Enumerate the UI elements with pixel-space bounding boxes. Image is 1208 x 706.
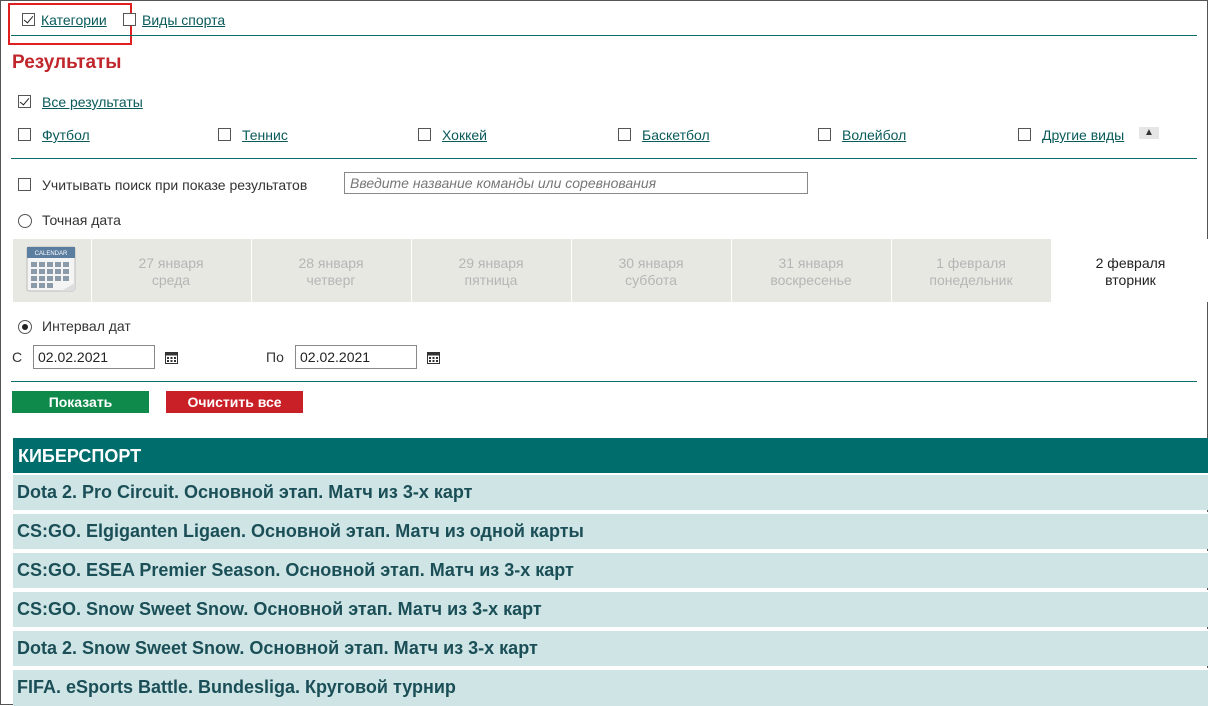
day-date: 31 января bbox=[778, 255, 844, 271]
calendar-icon[interactable] bbox=[165, 351, 178, 364]
all-results-checkbox[interactable] bbox=[18, 95, 31, 108]
day-date: 27 января bbox=[138, 255, 204, 271]
day-cell[interactable]: 1 февраля понедельник bbox=[891, 239, 1050, 302]
hockey-link[interactable]: Хоккей bbox=[442, 127, 487, 143]
calendar-icon[interactable]: CALENDAR bbox=[13, 239, 91, 302]
exact-date-label: Точная дата bbox=[42, 212, 121, 228]
day-weekday: четверг bbox=[306, 272, 356, 288]
divider bbox=[11, 381, 1197, 382]
all-results-link[interactable]: Все результаты bbox=[42, 94, 143, 110]
volleyball-link[interactable]: Волейбол bbox=[842, 127, 906, 143]
day-cell[interactable]: 28 января четверг bbox=[251, 239, 410, 302]
day-weekday: вторник bbox=[1105, 272, 1156, 288]
list-item[interactable]: Dota 2. Snow Sweet Snow. Основной этап. … bbox=[13, 629, 1208, 666]
list-item[interactable]: CS:GO. ESEA Premier Season. Основной эта… bbox=[13, 551, 1208, 588]
day-weekday: понедельник bbox=[929, 272, 1013, 288]
from-date-input[interactable] bbox=[33, 345, 155, 369]
consider-search-checkbox[interactable] bbox=[18, 178, 31, 191]
day-cell[interactable]: 29 января пятница bbox=[411, 239, 570, 302]
divider bbox=[11, 35, 1197, 36]
basketball-checkbox[interactable] bbox=[618, 128, 631, 141]
other-sports-link[interactable]: Другие виды bbox=[1042, 127, 1124, 143]
tennis-checkbox[interactable] bbox=[218, 128, 231, 141]
categories-link[interactable]: Категории bbox=[41, 12, 107, 28]
other-sports-checkbox[interactable] bbox=[1018, 128, 1031, 141]
interval-label: Интервал дат bbox=[42, 318, 131, 334]
exact-date-radio[interactable] bbox=[18, 214, 32, 228]
day-cell-selected[interactable]: 2 февраля вторник bbox=[1051, 239, 1208, 302]
from-label: С bbox=[12, 349, 23, 365]
football-checkbox[interactable] bbox=[18, 128, 31, 141]
list-item[interactable]: CS:GO. Snow Sweet Snow. Основной этап. М… bbox=[13, 590, 1208, 627]
football-link[interactable]: Футбол bbox=[42, 127, 90, 143]
day-date: 29 января bbox=[458, 255, 524, 271]
sports-link[interactable]: Виды спорта bbox=[142, 12, 225, 28]
list-item[interactable]: Dota 2. Pro Circuit. Основной этап. Матч… bbox=[13, 473, 1208, 510]
day-cell[interactable]: 27 января среда bbox=[91, 239, 250, 302]
volleyball-checkbox[interactable] bbox=[818, 128, 831, 141]
day-date: 1 февраля bbox=[936, 255, 1006, 271]
consider-search-label: Учитывать поиск при показе результатов bbox=[42, 177, 308, 193]
day-weekday: суббота bbox=[625, 272, 677, 288]
divider bbox=[11, 158, 1197, 159]
clear-all-button[interactable]: Очистить все bbox=[166, 391, 303, 413]
categories-checkbox[interactable] bbox=[22, 13, 35, 26]
day-date: 2 февраля bbox=[1095, 255, 1166, 271]
interval-radio[interactable] bbox=[18, 320, 32, 334]
to-label: По bbox=[266, 349, 284, 365]
hockey-checkbox[interactable] bbox=[418, 128, 431, 141]
category-header[interactable]: КИБЕРСПОРТ bbox=[13, 438, 1208, 474]
day-cell[interactable]: 30 января суббота bbox=[571, 239, 730, 302]
search-input[interactable] bbox=[344, 172, 808, 194]
list-item[interactable]: CS:GO. Elgiganten Ligaen. Основной этап.… bbox=[13, 512, 1208, 549]
calendar-caption: CALENDAR bbox=[35, 251, 68, 257]
chevron-up-icon[interactable]: ▲ bbox=[1139, 127, 1159, 139]
to-date-input[interactable] bbox=[295, 345, 417, 369]
day-cell[interactable]: 31 января воскресенье bbox=[731, 239, 890, 302]
day-weekday: среда bbox=[151, 272, 191, 288]
list-item[interactable]: FIFA. eSports Battle. Bundesliga. Кругов… bbox=[13, 668, 1208, 706]
day-weekday: воскресенье bbox=[770, 272, 852, 288]
date-bar: CALENDAR 27 января среда 28 января четверг… bbox=[13, 239, 1208, 302]
day-date: 28 января bbox=[298, 255, 364, 271]
basketball-link[interactable]: Баскетбол bbox=[642, 127, 710, 143]
day-date: 30 января bbox=[618, 255, 684, 271]
calendar-icon[interactable] bbox=[427, 351, 440, 364]
show-button[interactable]: Показать bbox=[12, 391, 149, 413]
sports-checkbox[interactable] bbox=[123, 13, 136, 26]
day-weekday: пятница bbox=[464, 272, 518, 288]
tennis-link[interactable]: Теннис bbox=[242, 127, 288, 143]
page-title: Результаты bbox=[12, 52, 122, 73]
